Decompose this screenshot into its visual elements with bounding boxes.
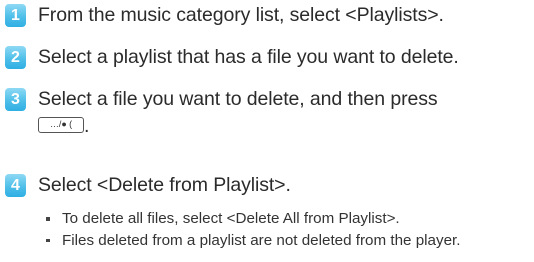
step-number-badge: 2 [5,46,26,69]
bullet-icon [46,217,50,221]
note-item: To delete all files, select <Delete All … [41,208,531,230]
menu-button-icon: …/● ( [38,116,84,133]
step-text-line: Select a file you want to delete, and th… [38,88,438,110]
bullet-icon [46,238,50,242]
note-item: Files deleted from a playlist are not de… [41,230,531,252]
step-text-line: …/● (. [38,113,438,140]
step-text: From the music category list, select <Pl… [38,4,444,26]
note-text: Files deleted from a playlist are not de… [62,231,461,249]
step-text: Select a file you want to delete, and th… [38,86,438,140]
step-text: Select <Delete from Playlist>. [38,174,291,196]
notes-list: To delete all files, select <Delete All … [41,208,531,251]
step-number-badge: 4 [5,174,26,197]
note-text: To delete all files, select <Delete All … [62,210,400,227]
step-number-badge: 1 [5,4,26,27]
step-text-period: . [84,115,90,137]
step-number-badge: 3 [5,88,26,111]
step-text: Select a playlist that has a file you wa… [38,46,459,68]
